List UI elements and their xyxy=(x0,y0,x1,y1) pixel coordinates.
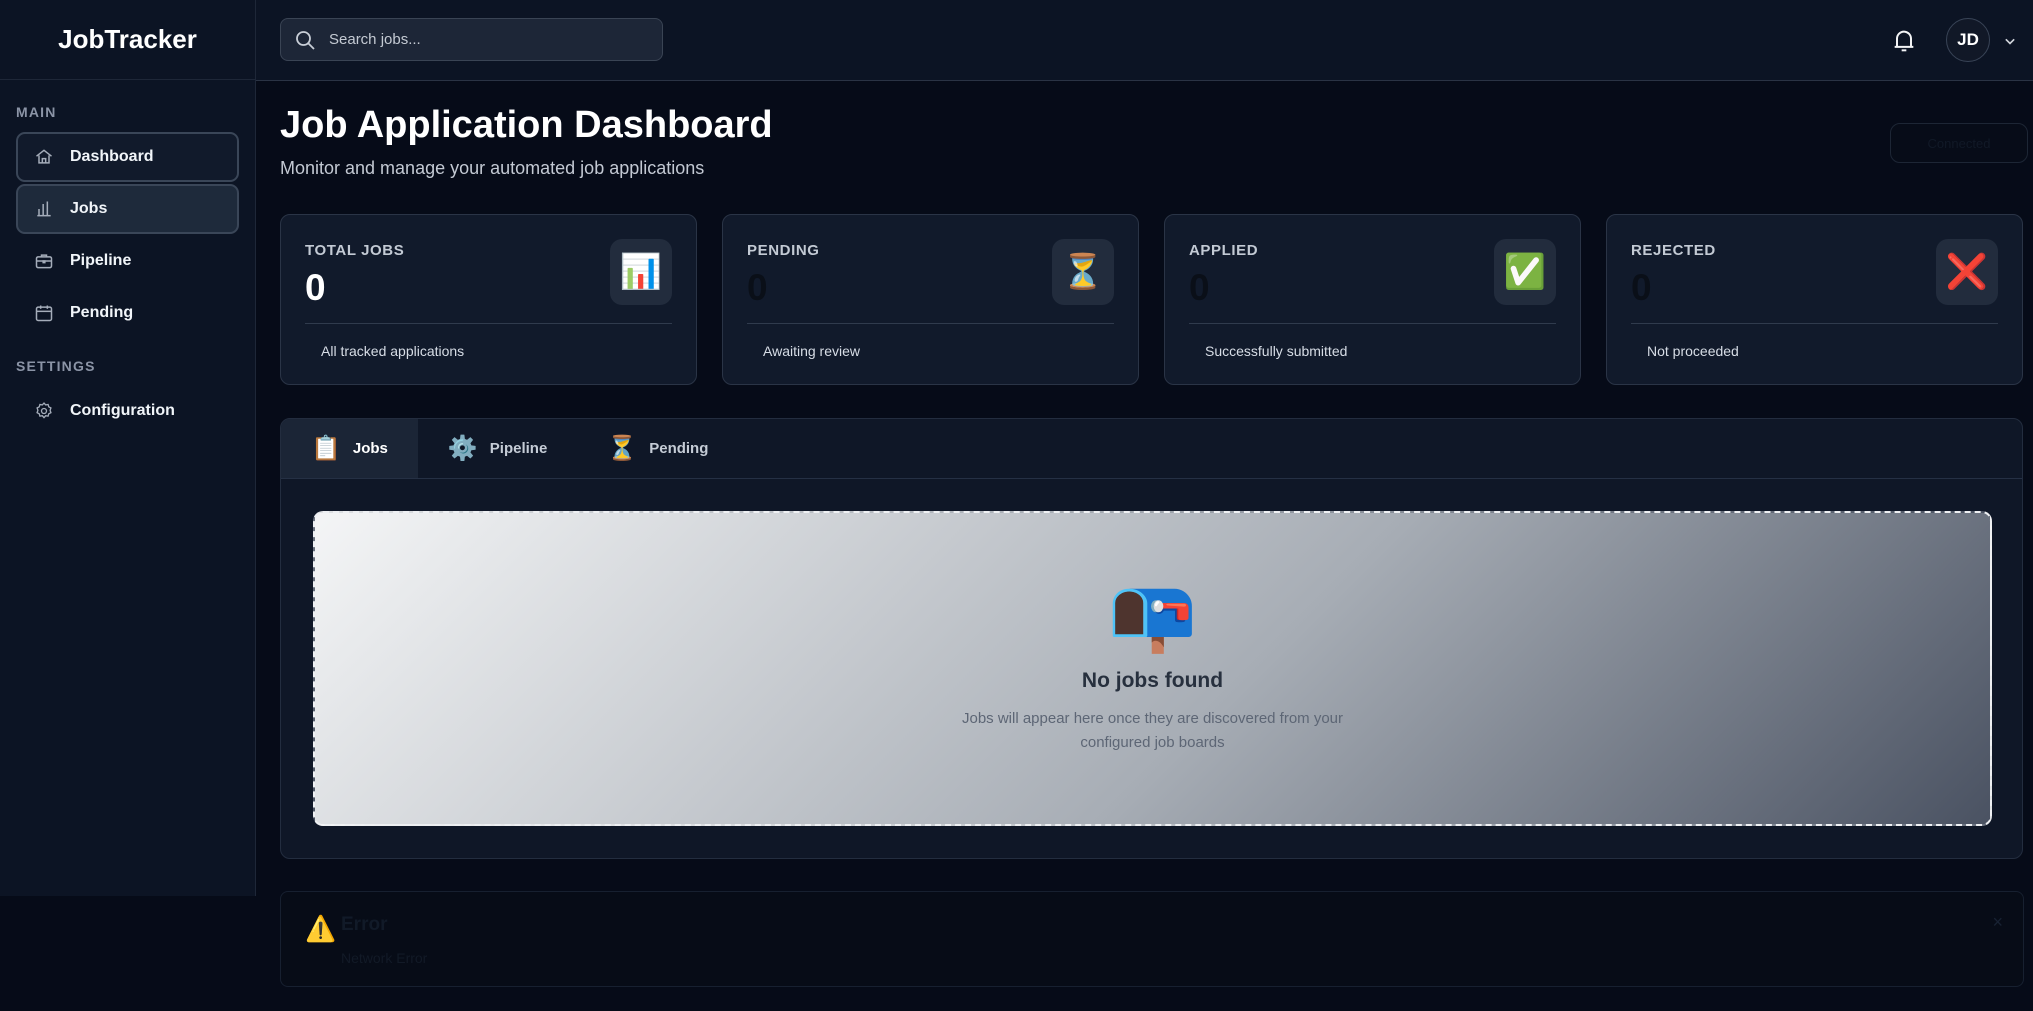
gear-icon xyxy=(36,402,52,419)
top-bar: JD xyxy=(256,0,2033,81)
cross-mark-icon: ❌ xyxy=(1936,239,1998,305)
settings-nav: Configuration xyxy=(0,386,255,436)
error-title: Error xyxy=(341,914,388,935)
app-logo[interactable]: JobTracker xyxy=(0,0,255,80)
search-input[interactable] xyxy=(329,31,629,48)
sidebar-item-label: Jobs xyxy=(70,200,108,217)
jobs-panel: 📋 Jobs ⚙️ Pipeline ⏳ Pending 📭 No jobs f… xyxy=(280,418,2023,859)
stat-value: 0 xyxy=(747,267,768,308)
warning-icon: ⚠️ xyxy=(305,915,337,943)
tab-label: Jobs xyxy=(352,440,388,457)
user-avatar[interactable]: JD xyxy=(1946,18,1990,62)
chevron-down-icon[interactable] xyxy=(2000,31,2020,51)
card-divider xyxy=(1189,323,1556,324)
empty-state: 📭 No jobs found Jobs will appear here on… xyxy=(313,511,1992,826)
settings-nav-heading: SETTINGS xyxy=(16,358,96,374)
search-icon xyxy=(296,30,315,50)
stat-label: PENDING xyxy=(747,242,820,259)
stat-value: 0 xyxy=(1631,267,1652,308)
sidebar: JobTracker MAIN Dashboard Jobs Pipeline … xyxy=(0,0,256,896)
stat-label: APPLIED xyxy=(1189,242,1259,259)
sidebar-item-jobs[interactable]: Jobs xyxy=(16,184,239,234)
briefcase-icon xyxy=(35,254,53,269)
stat-card-rejected: REJECTED 0 ❌ Not proceeded xyxy=(1606,214,2023,385)
stat-card-pending: PENDING 0 ⏳ Awaiting review xyxy=(722,214,1139,385)
calendar-icon xyxy=(35,305,53,322)
stat-description: All tracked applications xyxy=(321,343,465,359)
close-icon[interactable]: × xyxy=(1992,912,2003,933)
stat-cards: TOTAL JOBS 0 📊 All tracked applications … xyxy=(280,214,2023,385)
main-nav-heading: MAIN xyxy=(16,104,57,120)
bar-chart-icon xyxy=(37,201,51,217)
error-alert: ⚠️ Error Network Error × xyxy=(280,891,2024,987)
connection-status-badge: Connected xyxy=(1890,123,2028,163)
main-nav: Dashboard Jobs Pipeline Pending xyxy=(0,132,255,338)
home-icon xyxy=(36,149,52,164)
search-box[interactable] xyxy=(280,18,663,61)
stat-value: 0 xyxy=(1189,267,1210,308)
sidebar-item-label: Configuration xyxy=(70,402,175,419)
page-title: Job Application Dashboard xyxy=(280,104,773,146)
tab-jobs[interactable]: 📋 Jobs xyxy=(281,419,418,478)
empty-state-text: Jobs will appear here once they are disc… xyxy=(961,710,1344,751)
hourglass-emoji-icon: ⏳ xyxy=(607,435,638,462)
tab-label: Pipeline xyxy=(489,440,548,457)
stat-label: TOTAL JOBS xyxy=(305,242,405,259)
tab-list: 📋 Jobs ⚙️ Pipeline ⏳ Pending xyxy=(281,419,2022,479)
error-message: Network Error xyxy=(341,950,428,966)
main-content: Job Application Dashboard Monitor and ma… xyxy=(280,81,2028,859)
sidebar-item-label: Pipeline xyxy=(70,252,132,269)
hourglass-icon: ⏳ xyxy=(1052,239,1114,305)
sidebar-item-label: Pending xyxy=(70,304,134,321)
page-subtitle: Monitor and manage your automated job ap… xyxy=(280,158,705,178)
card-divider xyxy=(1631,323,1998,324)
tab-pending[interactable]: ⏳ Pending xyxy=(577,419,738,478)
card-divider xyxy=(305,323,672,324)
stat-card-total-jobs: TOTAL JOBS 0 📊 All tracked applications xyxy=(280,214,697,385)
check-mark-icon: ✅ xyxy=(1494,239,1556,305)
gear-emoji-icon: ⚙️ xyxy=(447,435,478,462)
stat-description: Successfully submitted xyxy=(1205,343,1348,359)
stat-value: 0 xyxy=(305,267,326,308)
bar-chart-emoji-icon: 📊 xyxy=(610,239,672,305)
tab-pipeline[interactable]: ⚙️ Pipeline xyxy=(418,419,577,478)
stat-description: Not proceeded xyxy=(1647,343,1739,359)
empty-state-title: No jobs found xyxy=(1081,669,1224,692)
stat-description: Awaiting review xyxy=(763,343,861,359)
stat-card-applied: APPLIED 0 ✅ Successfully submitted xyxy=(1164,214,1581,385)
sidebar-item-pipeline[interactable]: Pipeline xyxy=(16,236,239,286)
sidebar-item-pending[interactable]: Pending xyxy=(16,288,239,338)
sidebar-item-configuration[interactable]: Configuration xyxy=(16,386,239,436)
mailbox-icon: 📭 xyxy=(1107,575,1198,655)
card-divider xyxy=(747,323,1114,324)
bell-icon[interactable] xyxy=(1890,27,1918,55)
sidebar-item-label: Dashboard xyxy=(70,148,154,165)
stat-label: REJECTED xyxy=(1631,242,1716,259)
tab-label: Pending xyxy=(649,440,709,457)
clipboard-icon: 📋 xyxy=(311,435,341,462)
sidebar-item-dashboard[interactable]: Dashboard xyxy=(16,132,239,182)
